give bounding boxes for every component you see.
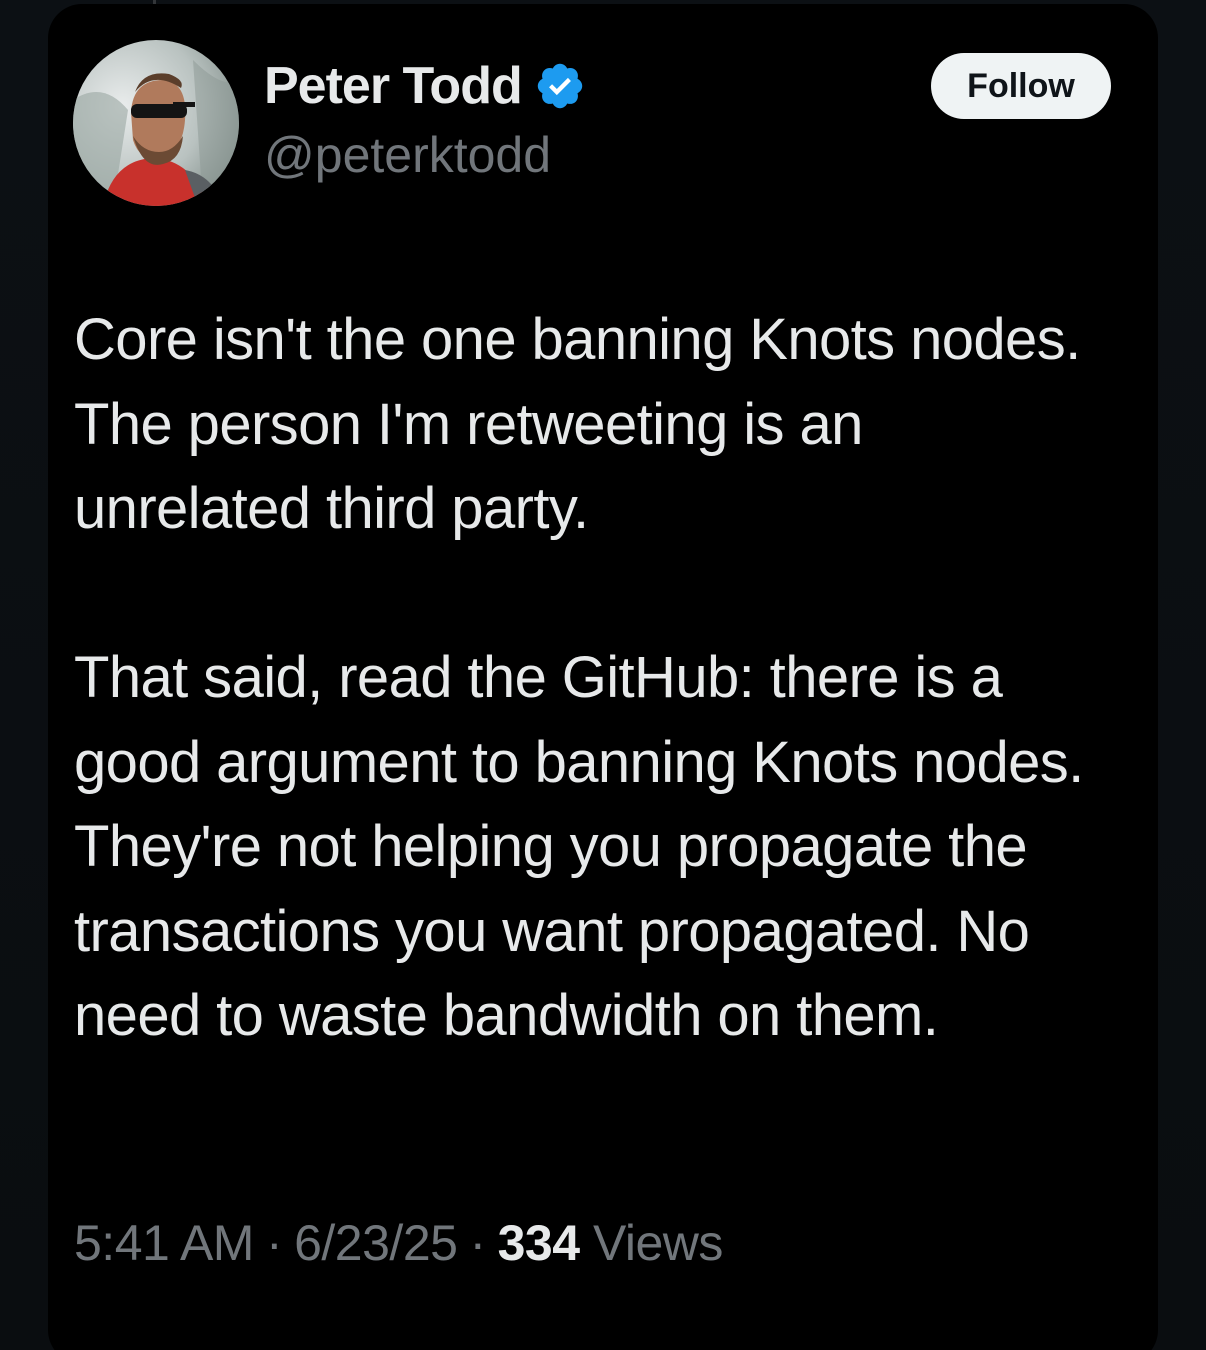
tweet-paragraph: Core isn't the one banning Knots nodes. … (74, 307, 1081, 541)
tweet-meta: 5:41 AM · 6/23/25 · 334 Views (74, 1214, 723, 1272)
author-display-name[interactable]: Peter Todd (264, 56, 523, 116)
avatar[interactable] (73, 40, 239, 206)
views-label: Views (592, 1215, 723, 1271)
tweet-time[interactable]: 5:41 AM (74, 1215, 254, 1271)
verified-badge-icon[interactable] (534, 60, 586, 112)
author-name-row[interactable]: Peter Todd (264, 54, 586, 118)
meta-separator: · (469, 1215, 486, 1271)
tweet-date[interactable]: 6/23/25 (294, 1215, 458, 1271)
tweet-paragraph: That said, read the GitHub: there is a g… (74, 645, 1084, 1048)
follow-button[interactable]: Follow (931, 53, 1111, 119)
avatar-image (73, 40, 239, 206)
meta-separator: · (265, 1215, 283, 1271)
views-count[interactable]: 334 (498, 1215, 580, 1271)
author-handle[interactable]: @peterktodd (264, 126, 551, 184)
tweet-body: Core isn't the one banning Knots nodes. … (74, 298, 1114, 1059)
